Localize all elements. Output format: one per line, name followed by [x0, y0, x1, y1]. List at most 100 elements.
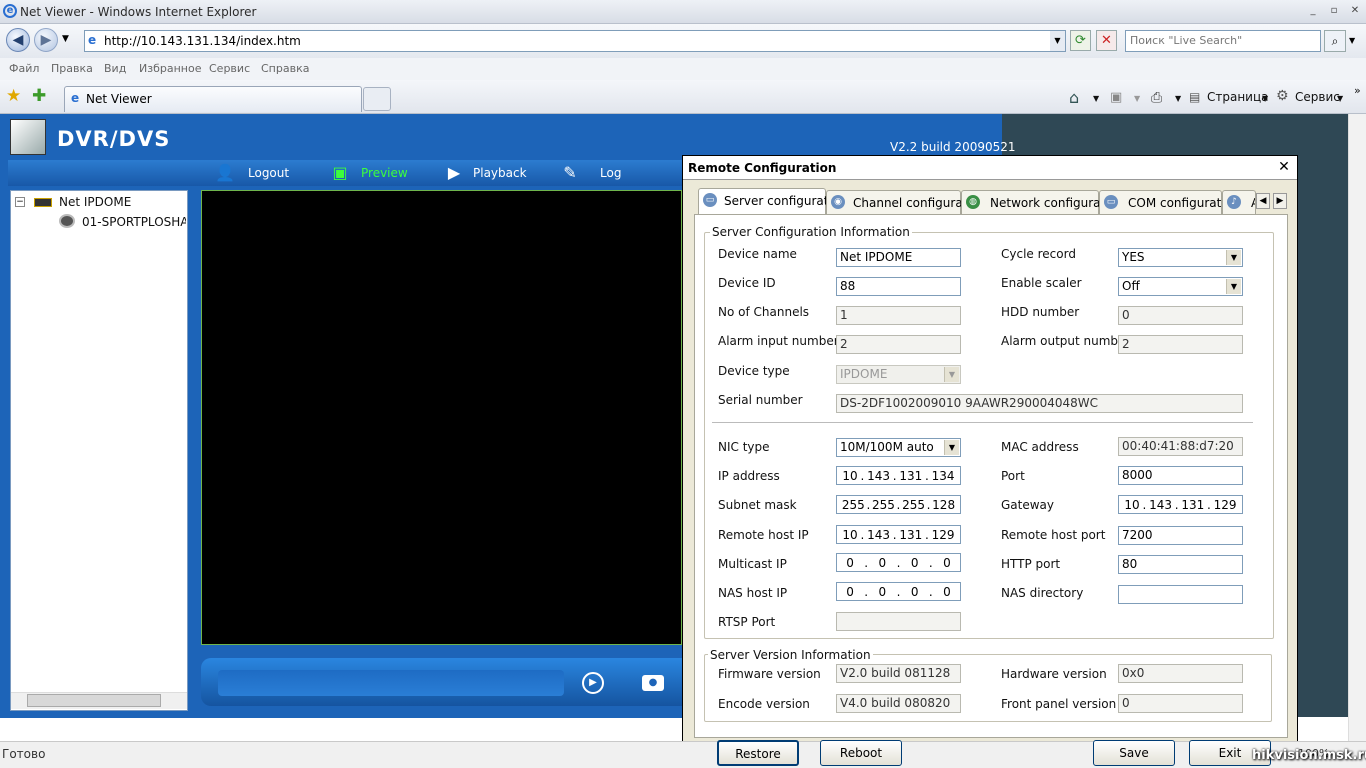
multicast-ip-field[interactable]: 0.0.0.0 — [836, 553, 961, 572]
restore-button[interactable]: Restore — [717, 740, 799, 766]
http-port-field[interactable]: 80 — [1118, 555, 1243, 574]
tree-camera[interactable]: 01-SPORTPLOSHADI — [82, 215, 186, 229]
menu-view[interactable]: Вид — [104, 62, 126, 75]
page-icon: e — [88, 33, 97, 47]
nas-host-ip-label: NAS host IP — [718, 586, 788, 600]
stop-icon[interactable]: ✕ — [1096, 30, 1117, 51]
enable-scaler-dropdown-icon[interactable]: ▼ — [1226, 279, 1241, 294]
cycle-record-dropdown-icon[interactable]: ▼ — [1226, 250, 1241, 265]
print-dropdown-icon[interactable]: ▼ — [1175, 94, 1181, 103]
ip-octet: 0 — [878, 584, 887, 599]
feeds-dropdown-icon[interactable]: ▼ — [1134, 94, 1140, 103]
rtsp-port-field — [836, 612, 961, 631]
maximize-button[interactable]: ▫ — [1325, 4, 1343, 18]
menu-tools[interactable]: Сервис — [209, 62, 250, 75]
nav-playback[interactable]: Playback — [473, 166, 527, 180]
ip-address-label: IP address — [718, 469, 780, 483]
encode-label: Encode version — [718, 697, 810, 711]
remote-host-port-field[interactable]: 7200 — [1118, 526, 1243, 545]
nav-logout[interactable]: Logout — [248, 166, 289, 180]
dialog-close-icon[interactable]: ✕ — [1276, 159, 1292, 175]
multicast-ip-label: Multicast IP — [718, 557, 787, 571]
hardware-field: 0x0 — [1118, 664, 1243, 683]
address-dropdown-icon[interactable]: ▼ — [1050, 31, 1065, 51]
tab-server-configuration[interactable]: ▭ Server configuration — [698, 188, 847, 215]
add-favorite-icon[interactable]: ✚ — [32, 86, 46, 106]
nas-host-ip-field[interactable]: 0.0.0.0 — [836, 582, 961, 601]
enable-scaler-select[interactable]: Off ▼ — [1118, 277, 1243, 296]
ip-address-field[interactable]: 10. 143. 131. 134 — [836, 466, 961, 485]
reboot-button[interactable]: Reboot — [820, 740, 902, 766]
page-menu-dropdown-icon[interactable]: ▼ — [1262, 94, 1268, 103]
app-logo-icon — [10, 119, 46, 155]
home-dropdown-icon[interactable]: ▼ — [1093, 94, 1099, 103]
favorites-star-icon[interactable]: ★ — [6, 86, 21, 106]
cycle-record-select[interactable]: YES ▼ — [1118, 248, 1243, 267]
page-scrollbar[interactable] — [1348, 114, 1366, 741]
tools-menu[interactable]: Сервис — [1295, 90, 1340, 104]
tab-channel-configuration[interactable]: ◉ Channel configuration — [826, 190, 986, 214]
menu-bar — [0, 58, 1366, 80]
tab-scroll-left[interactable]: ◀ — [1256, 193, 1270, 209]
tab-network-configuration[interactable]: ◍ Network configuration — [961, 190, 1124, 214]
feeds-icon[interactable]: ▣ — [1110, 90, 1122, 105]
tools-gear-icon: ⚙ — [1276, 88, 1289, 104]
nav-log[interactable]: Log — [600, 166, 621, 180]
dialog-title: Remote Configuration — [688, 161, 837, 175]
tab-scroll-right[interactable]: ▶ — [1273, 193, 1287, 209]
back-button[interactable]: ◀ — [6, 28, 30, 52]
new-tab-button[interactable] — [363, 87, 391, 111]
video-preview[interactable] — [201, 190, 682, 645]
tree-collapse-icon[interactable]: − — [15, 197, 25, 207]
page-menu[interactable]: Страница — [1207, 90, 1269, 104]
port-field[interactable]: 8000 — [1118, 466, 1243, 485]
device-type-value: IPDOME — [840, 367, 888, 381]
ie-icon: e — [3, 4, 17, 18]
close-window-button[interactable]: ✕ — [1346, 4, 1364, 18]
snapshot-icon[interactable]: ● — [642, 675, 664, 691]
history-dropdown-icon[interactable]: ▼ — [62, 34, 69, 44]
home-icon[interactable]: ⌂ — [1069, 88, 1079, 107]
ip-octet: 255 — [871, 497, 895, 512]
channel-icon: ◉ — [831, 195, 845, 209]
tab-com-configuration[interactable]: ▭ COM configuration — [1099, 190, 1240, 214]
menu-edit[interactable]: Правка — [51, 62, 93, 75]
refresh-icon[interactable]: ⟳ — [1070, 30, 1091, 51]
ip-octet: 0 — [846, 584, 854, 599]
tools-dropdown-icon[interactable]: ▼ — [1337, 94, 1343, 103]
save-button[interactable]: Save — [1093, 740, 1175, 766]
nic-type-select[interactable]: 10M/100M auto ▼ — [836, 438, 961, 457]
ip-octet: 255 — [902, 497, 925, 512]
menu-help[interactable]: Справка — [261, 62, 309, 75]
forward-button[interactable]: ▶ — [34, 28, 58, 52]
toolbar-overflow-icon[interactable]: » — [1354, 84, 1361, 97]
nic-type-dropdown-icon[interactable]: ▼ — [944, 440, 959, 455]
ip-octet: 131 — [899, 468, 923, 483]
tree-scroll-thumb[interactable] — [27, 694, 161, 707]
nav-preview[interactable]: Preview — [361, 166, 408, 180]
bell-icon: ♪ — [1227, 195, 1241, 209]
nas-directory-field[interactable] — [1118, 585, 1243, 604]
print-icon[interactable]: ⎙ — [1151, 90, 1162, 106]
gateway-field[interactable]: 10. 143. 131. 129 — [1118, 495, 1243, 514]
remote-host-ip-field[interactable]: 10. 143. 131. 129 — [836, 525, 961, 544]
mac-address-field: 00:40:41:88:d7:20 — [1118, 437, 1243, 456]
ip-octet: 10 — [842, 527, 858, 542]
search-icon[interactable]: ⌕ — [1324, 30, 1346, 52]
port-label: Port — [1001, 469, 1025, 483]
ip-octet: 0 — [910, 584, 919, 599]
search-options-icon[interactable]: ▼ — [1349, 36, 1355, 45]
menu-file[interactable]: Файл — [9, 62, 39, 75]
window-title: Net Viewer - Windows Internet Explorer — [20, 5, 257, 19]
menu-favorites[interactable]: Избранное — [139, 62, 201, 75]
app-logo-text: DVR/DVS — [57, 127, 171, 151]
gateway-label: Gateway — [1001, 498, 1055, 512]
device-name-field[interactable]: Net IPDOME — [836, 248, 961, 267]
device-id-field[interactable]: 88 — [836, 277, 961, 296]
play-icon[interactable]: ▶ — [582, 672, 604, 694]
tree-root[interactable]: Net IPDOME — [59, 195, 131, 209]
subnet-mask-field[interactable]: 255. 255. 255. 128 — [836, 495, 961, 514]
section-divider — [712, 422, 1253, 423]
minimize-button[interactable]: _ — [1304, 4, 1322, 18]
tab-alarm-configuration[interactable]: ♪ A — [1222, 190, 1256, 214]
